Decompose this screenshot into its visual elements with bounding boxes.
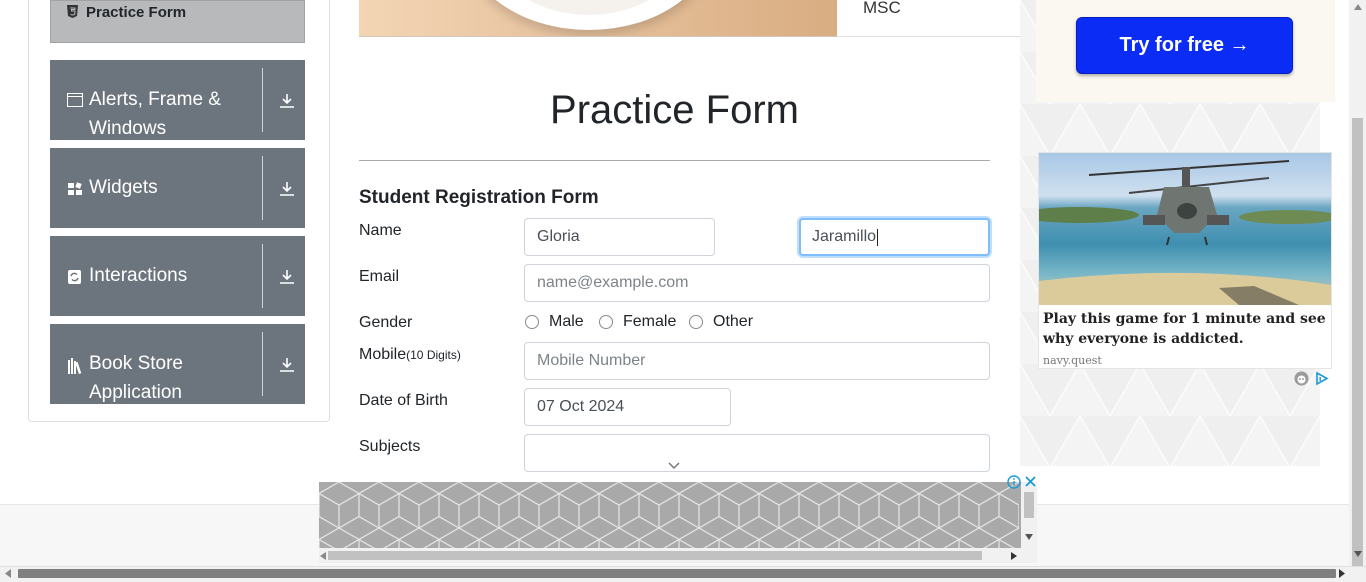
subjects-label: Subjects	[359, 438, 421, 455]
email-placeholder: name@example.com	[537, 274, 689, 291]
download-icon[interactable]	[278, 268, 296, 286]
gender-male-label[interactable]: Male	[549, 313, 584, 331]
first-name-input[interactable]: Gloria	[524, 218, 715, 256]
adchoices-icon[interactable]	[1314, 371, 1329, 386]
gender-other-label[interactable]: Other	[713, 313, 753, 331]
gender-label: Gender	[359, 314, 413, 331]
helicopter-image	[1039, 160, 1331, 305]
scroll-right-arrow-icon[interactable]	[1011, 552, 1017, 560]
banner-text: MSC	[863, 0, 901, 17]
divider	[359, 160, 990, 161]
sidebar-group-label: Alerts, Frame & Windows	[89, 89, 221, 139]
sidebar-group-widgets[interactable]: Widgets	[50, 148, 305, 228]
download-icon[interactable]	[278, 92, 296, 110]
name-label: Name	[359, 222, 402, 239]
mobile-placeholder: Mobile Number	[537, 352, 646, 369]
divider	[837, 36, 1020, 37]
scroll-up-arrow-icon[interactable]	[1354, 4, 1362, 10]
last-name-value: Jaramillo	[812, 228, 877, 245]
download-icon[interactable]	[278, 356, 296, 374]
scrollbar-thumb[interactable]	[1352, 118, 1363, 566]
sidebar-group-book-store[interactable]: Book Store Application	[50, 324, 305, 404]
banner-image[interactable]	[359, 0, 837, 37]
sidebar-item-label: Practice Form	[86, 4, 187, 21]
gender-female-label[interactable]: Female	[623, 313, 676, 331]
mobile-label: Mobile(10 Digits)	[359, 346, 461, 364]
bottom-ad[interactable]	[319, 482, 1037, 563]
email-input[interactable]: name@example.com	[524, 264, 990, 302]
mobile-label-text: Mobile	[359, 346, 407, 363]
scrollbar-thumb[interactable]	[328, 551, 982, 560]
form-title: Student Registration Form	[359, 187, 599, 208]
sidebar-group-label: Book Store Application	[89, 353, 183, 403]
divider	[262, 156, 263, 220]
interactions-icon	[68, 270, 81, 284]
scroll-left-arrow-icon[interactable]	[5, 569, 11, 578]
scrollbar-thumb[interactable]	[1024, 492, 1034, 518]
download-icon[interactable]	[278, 180, 296, 198]
scroll-down-arrow-icon[interactable]	[1025, 534, 1033, 540]
scroll-down-arrow-icon[interactable]	[1354, 551, 1362, 557]
mobile-hint: (10 Digits)	[406, 348, 461, 362]
ad-vertical-scrollbar[interactable]	[1021, 482, 1037, 548]
chevron-down-icon[interactable]	[668, 462, 680, 470]
divider	[262, 68, 263, 132]
subjects-input[interactable]	[524, 434, 990, 472]
sidebar-clip	[50, 404, 305, 419]
ad-headline[interactable]: Play this game for 1 minute and see why …	[1043, 309, 1328, 349]
close-icon[interactable]	[1024, 475, 1037, 488]
scroll-right-arrow-icon[interactable]	[1339, 569, 1345, 578]
scrollbar-thumb[interactable]	[18, 569, 1336, 578]
divider	[262, 244, 263, 308]
sidebar-group-label: Interactions	[89, 265, 188, 286]
dob-value: 07 Oct 2024	[537, 398, 625, 415]
mobile-input[interactable]: Mobile Number	[524, 342, 990, 380]
scroll-left-arrow-icon[interactable]	[320, 552, 326, 560]
sidebar-group-interactions[interactable]: Interactions	[50, 236, 305, 316]
dob-label: Date of Birth	[359, 392, 448, 409]
sidebar-item-practice-form[interactable]: Practice Form	[50, 0, 305, 43]
gender-radio-female[interactable]	[599, 315, 613, 329]
dob-input[interactable]: 07 Oct 2024	[524, 388, 731, 426]
sidebar-group-alerts[interactable]: Alerts, Frame & Windows	[50, 60, 305, 140]
ad-options-icon[interactable]	[1294, 371, 1309, 386]
sidebar-group-label: Widgets	[89, 177, 158, 198]
last-name-input[interactable]: Jaramillo	[799, 218, 990, 256]
books-icon	[68, 358, 82, 374]
html5-icon	[67, 5, 78, 18]
try-for-free-button[interactable]: Try for free →	[1076, 17, 1293, 74]
ad-source[interactable]: navy.quest	[1043, 354, 1102, 367]
ad-info-icon[interactable]	[1007, 475, 1021, 489]
text-caret	[877, 228, 879, 246]
ad-pattern	[319, 482, 1019, 548]
window-icon	[67, 93, 83, 107]
divider	[262, 332, 263, 396]
gender-radio-male[interactable]	[525, 315, 539, 329]
gender-radio-other[interactable]	[689, 315, 703, 329]
ad-horizontal-scrollbar[interactable]	[319, 548, 1037, 563]
email-label: Email	[359, 268, 400, 285]
widgets-icon	[68, 182, 82, 195]
first-name-value: Gloria	[537, 228, 580, 245]
ad-card[interactable]: Play this game for 1 minute and see why …	[1038, 152, 1332, 369]
page-title: Practice Form	[550, 88, 799, 132]
ad-image[interactable]	[1039, 153, 1331, 305]
